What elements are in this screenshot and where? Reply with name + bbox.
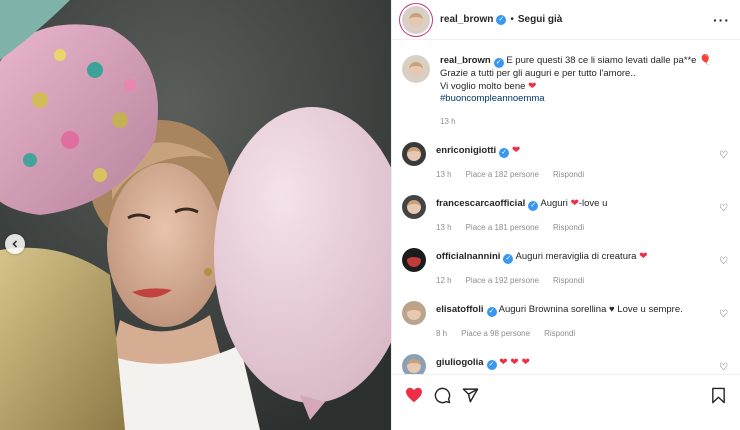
verified-badge-icon: ✓ (528, 201, 539, 211)
comments-section[interactable]: real_brown ✓ E pure questi 38 ce li siamo… (392, 41, 740, 374)
comment-like-heart-icon[interactable]: ♡ (719, 309, 728, 320)
caption-hashtag[interactable]: #buoncompleannoemma (440, 93, 545, 104)
comment-like-heart-icon[interactable]: ♡ (719, 362, 728, 373)
comment-text: Auguri (540, 198, 568, 209)
verified-badge-icon: ✓ (496, 14, 507, 25)
author-username[interactable]: real_brown (440, 14, 493, 25)
comment-like-heart-icon[interactable]: ♡ (719, 256, 728, 267)
verified-badge-icon: ✓ (493, 58, 504, 68)
reply-button[interactable]: Rispondi (553, 222, 584, 234)
comment-likes[interactable]: Piace a 182 persone (466, 169, 539, 181)
comment-time: 13 h (436, 170, 452, 179)
comment-text: Auguri meraviglia di creatura (515, 251, 637, 262)
red-heart-emoji: ❤ (511, 145, 521, 156)
caption-line-2: Grazie a tutti per gli auguri e per tutt… (440, 68, 636, 79)
photo-scene (0, 0, 391, 430)
commenter-avatar[interactable] (402, 195, 426, 219)
post-side-panel: real_brown ✓ • Segui già ··· real_brown ✓… (391, 0, 740, 430)
following-button[interactable]: Segui già (518, 14, 562, 25)
commenter-avatar[interactable] (402, 248, 426, 272)
commenter-avatar[interactable] (402, 301, 426, 325)
caption-username[interactable]: real_brown (440, 55, 491, 66)
comment-like-heart-icon[interactable]: ♡ (719, 203, 728, 214)
comment-item: enriconigiotti ✓ ❤ 13 h Piace a 182 perso… (402, 142, 730, 181)
verified-badge-icon: ✓ (486, 307, 497, 317)
more-options-icon[interactable]: ··· (713, 12, 730, 28)
comment-item: officialnannini ✓ Auguri meraviglia di cr… (402, 248, 730, 287)
caption-line-1: E pure questi 38 ce li siamo levati dall… (506, 55, 697, 66)
commenter-username[interactable]: giuliogolia (436, 357, 484, 368)
comment-button[interactable] (432, 385, 452, 405)
red-heart-emoji: ❤ (639, 251, 648, 262)
post-actions-bar (392, 374, 740, 430)
reply-button[interactable]: Rispondi (553, 275, 584, 287)
author-avatar[interactable] (402, 5, 430, 34)
chevron-left-icon (12, 240, 18, 248)
header-separator: • (510, 14, 514, 25)
post-caption: real_brown ✓ E pure questi 38 ce li siamo… (402, 41, 730, 128)
comment-like-heart-icon[interactable]: ♡ (719, 150, 728, 161)
red-heart-emoji: ❤ (528, 80, 537, 92)
commenter-avatar[interactable] (402, 354, 426, 374)
verified-badge-icon: ✓ (503, 254, 514, 264)
comment-bubble-icon (434, 387, 450, 403)
comment-time: 13 h (436, 223, 452, 232)
red-hearts-emoji: ❤ ❤ ❤ (499, 357, 530, 368)
comment-likes[interactable]: Piace a 98 persone (461, 328, 530, 340)
commenter-username[interactable]: enriconigiotti (436, 145, 496, 156)
verified-badge-icon: ✓ (486, 360, 497, 370)
caption-line-3: Vi voglio molto bene (440, 80, 526, 92)
caption-time: 13 h (440, 116, 456, 126)
commenter-username[interactable]: francescarcaofficial (436, 198, 525, 209)
balloon-emoji: 🎈 (699, 55, 712, 66)
commenter-username[interactable]: officialnannini (436, 251, 500, 262)
caption-avatar[interactable] (402, 55, 430, 83)
reply-button[interactable]: Rispondi (553, 169, 584, 181)
comment-likes[interactable]: Piace a 181 persone (466, 222, 539, 234)
share-button[interactable] (460, 385, 480, 405)
comment-text-suffix: -love u (578, 198, 608, 209)
save-button[interactable] (708, 385, 728, 405)
commenter-avatar[interactable] (402, 142, 426, 166)
bookmark-icon (711, 387, 725, 403)
post-photo[interactable] (0, 0, 391, 430)
comment-time: 8 h (436, 329, 448, 338)
comment-text: Auguri Browni­na sorellina ♥ Love u semp… (498, 304, 683, 315)
comment-item: giuliogolia ✓ ❤ ❤ ❤ ♡ (402, 354, 730, 374)
comment-time: 12 h (436, 276, 452, 285)
heart-icon (406, 387, 422, 403)
reply-button[interactable]: Rispondi (544, 328, 575, 340)
instagram-post: real_brown ✓ • Segui già ··· real_brown ✓… (0, 0, 740, 430)
paper-plane-icon (462, 387, 478, 402)
comment-item: francescarcaofficial ✓ Auguri ❤-love u 13… (402, 195, 730, 234)
post-header: real_brown ✓ • Segui già ··· (392, 0, 740, 40)
commenter-username[interactable]: elisatoffoli (436, 304, 484, 315)
comment-item: elisatoffoli ✓ Auguri Browni­na sorellina… (402, 301, 730, 340)
red-heart-emoji: ❤ (570, 198, 579, 209)
verified-badge-icon: ✓ (499, 148, 510, 158)
like-button[interactable] (404, 385, 424, 405)
comment-likes[interactable]: Piace a 192 persone (466, 275, 539, 287)
previous-slide-button[interactable] (5, 234, 25, 254)
